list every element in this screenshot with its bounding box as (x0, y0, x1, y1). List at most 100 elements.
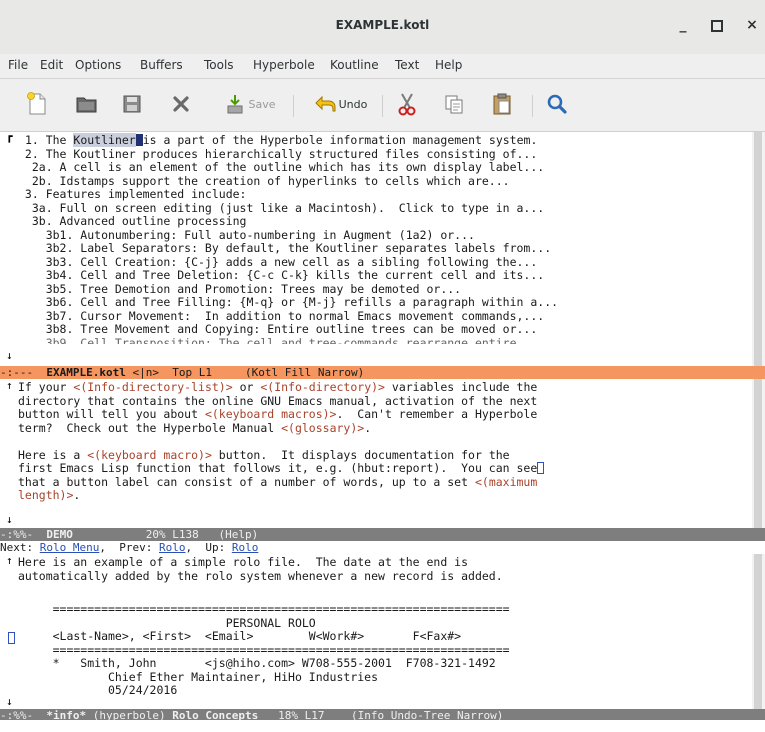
text: first Emacs Lisp function that follows i… (18, 461, 538, 475)
text-line: term? Check out the Hyperbole Manual <(g… (18, 420, 372, 436)
koutline-window[interactable]: ┏ 1. The Koutliner is a part of the Hyper… (0, 132, 765, 366)
menu-bar: File Edit Options Buffers Tools Hyperbol… (0, 54, 765, 79)
outline-cell[interactable]: 3b1. Autonumbering: Full auto-numbering … (18, 228, 475, 243)
text: or (232, 380, 261, 394)
text-line: automatically added by the rolo system w… (18, 568, 503, 583)
scroll-thumb[interactable] (754, 132, 762, 366)
buffer-name[interactable]: EXAMPLE.kotl (46, 366, 125, 379)
copy-icon (445, 95, 463, 114)
demo-window[interactable]: ↑ If your <(Info-directory-list)> or <(I… (0, 379, 765, 528)
prev-node-link[interactable]: Rolo (159, 541, 186, 554)
scroll-bar[interactable] (752, 554, 765, 709)
scroll-bar[interactable] (752, 132, 765, 366)
scroll-bar[interactable] (752, 379, 765, 528)
outline-cell[interactable]: 2. The Koutliner produces hierarchically… (18, 147, 537, 162)
scroll-thumb[interactable] (754, 554, 762, 709)
cell-text: is a part of the Hyperbole information m… (142, 133, 538, 147)
search-icon (547, 94, 567, 114)
rolo-record-line[interactable]: * Smith, John <js@hiho.com> W708-555-200… (18, 656, 496, 671)
save-button[interactable]: Save (218, 89, 282, 119)
text: . (73, 488, 81, 502)
outline-cell-1[interactable]: 1. The Koutliner is a part of the Hyperbo… (18, 133, 538, 148)
menu-edit[interactable]: Edit (40, 58, 63, 72)
menu-hyperbole[interactable]: Hyperbole (253, 58, 315, 72)
close-buffer-button[interactable] (166, 89, 196, 119)
toolbar-separator (382, 95, 383, 117)
rolo-fields: <Last-Name>, <First> <Email> W<Work#> F<… (18, 629, 462, 643)
keyboard-macro-button[interactable]: <(keyboard macro)> (87, 448, 212, 462)
search-button[interactable] (542, 89, 572, 119)
cut-button[interactable] (392, 89, 422, 119)
mode-line-info: <|n> Top L1 (Kotl Fill Narrow) (125, 366, 365, 379)
info-window[interactable]: ↑ Here is an example of a simple rolo fi… (0, 554, 765, 709)
outline-cell[interactable]: 3b7. Cursor Movement: In addition to nor… (18, 309, 545, 324)
text: Here is a (18, 447, 88, 462)
outline-cell[interactable]: 3b6. Cell and Tree Filling: {M-q} or {M-… (18, 295, 558, 310)
keyboard-macros-button[interactable]: <(keyboard macros)> (205, 407, 337, 421)
outline-cell[interactable]: 3b. Advanced outline processing (18, 214, 247, 229)
undo-button[interactable]: Undo (305, 89, 375, 119)
outline-cell[interactable]: 3a. Full on screen editing (just like a … (18, 201, 544, 216)
text: that a button label can consist of a num… (18, 474, 475, 489)
text: button will tell you about (18, 407, 205, 421)
menu-file[interactable]: File (8, 58, 28, 72)
outline-cell[interactable]: 2b. Idstamps support the creation of hyp… (18, 174, 510, 189)
menu-koutline[interactable]: Koutline (330, 58, 379, 72)
demo-mode-line[interactable]: -:%%- DEMO 20% L138 (Help) (0, 528, 765, 541)
cell-text: 1. The (24, 133, 74, 147)
buffer-name[interactable]: DEMO (46, 528, 73, 541)
header-label: , Prev: (99, 541, 159, 554)
text-line: If your <(Info-directory-list)> or <(Inf… (18, 380, 537, 395)
inactive-cursor (8, 632, 15, 644)
text: . (364, 420, 372, 435)
menu-buffers[interactable]: Buffers (140, 58, 183, 72)
info-header-line: Next: Rolo Menu, Prev: Rolo, Up: Rolo (0, 541, 765, 554)
glossary-button[interactable]: <(glossary)> (281, 421, 364, 435)
outline-cell[interactable]: 3b4. Cell and Tree Deletion: {C-c C-k} k… (18, 268, 545, 283)
outline-cell-partial: 3b9. Cell Transposition: The cell and tr… (18, 336, 517, 344)
scroll-thumb[interactable] (754, 379, 762, 528)
scroll-down-arrow: ↓ (6, 695, 13, 708)
window-title: EXAMPLE.kotl (335, 18, 430, 32)
outline-cell[interactable]: 3b5. Tree Demotion and Promotion: Trees … (18, 282, 461, 297)
menu-text[interactable]: Text (395, 58, 419, 72)
up-node-link[interactable]: Rolo (232, 541, 259, 554)
echo-area[interactable] (0, 720, 765, 732)
rolo-rule: ========================================… (18, 602, 510, 616)
rolo-record-line: 05/24/2016 (18, 683, 178, 697)
top-boundary-marker: ┏ (6, 132, 13, 143)
outline-cell[interactable]: 2a. A cell is an element of the outline … (18, 160, 544, 175)
outline-cell[interactable]: 3b2. Label Separators: By default, the K… (18, 241, 551, 256)
new-file-button[interactable] (22, 89, 52, 119)
maximum-length-button[interactable]: <(maximum (475, 475, 537, 489)
menu-options[interactable]: Options (75, 58, 121, 72)
text-line: first Emacs Lisp function that follows i… (18, 461, 545, 476)
folder-icon (76, 97, 97, 113)
kill-buffer-button[interactable] (117, 89, 147, 119)
close-button[interactable]: × (741, 14, 763, 36)
toolbar-separator (293, 95, 294, 117)
scroll-up-arrow: ↑ (6, 554, 13, 567)
outline-cell[interactable]: 3. Features implemented include: (18, 187, 247, 202)
menu-tools[interactable]: Tools (204, 58, 234, 72)
info-directory-button[interactable]: <(Info-directory)> (260, 380, 385, 394)
paste-button[interactable] (487, 89, 517, 119)
maximum-length-button-cont[interactable]: length)> (18, 488, 73, 502)
kotl-mode-line[interactable]: -:--- EXAMPLE.kotl <|n> Top L1 (Kotl Fil… (0, 366, 765, 379)
info-directory-list-button[interactable]: <(Info-directory-list)> (73, 380, 232, 394)
minimize-button[interactable]: _ (672, 14, 694, 36)
next-node-link[interactable]: Rolo Menu (40, 541, 100, 554)
save-icon (227, 95, 243, 114)
open-directory-button[interactable] (72, 89, 102, 119)
text-line: that a button label can consist of a num… (18, 474, 537, 490)
mode-line-status: -:--- (0, 366, 47, 379)
rolo-record-line: Chief Ether Maintainer, HiHo Industries (18, 669, 379, 684)
copy-button[interactable] (439, 89, 469, 119)
mode-line-info: 20% L138 (Help) (72, 528, 259, 541)
rolo-title: PERSONAL ROLO (18, 615, 316, 630)
text: . Can't remember a Hyperbole (336, 407, 538, 421)
maximize-button[interactable] (706, 14, 728, 36)
menu-help[interactable]: Help (435, 58, 462, 72)
outline-cell[interactable]: 3b8. Tree Movement and Copying: Entire o… (18, 322, 538, 337)
outline-cell[interactable]: 3b3. Cell Creation: {C-j} adds a new cel… (18, 255, 538, 270)
